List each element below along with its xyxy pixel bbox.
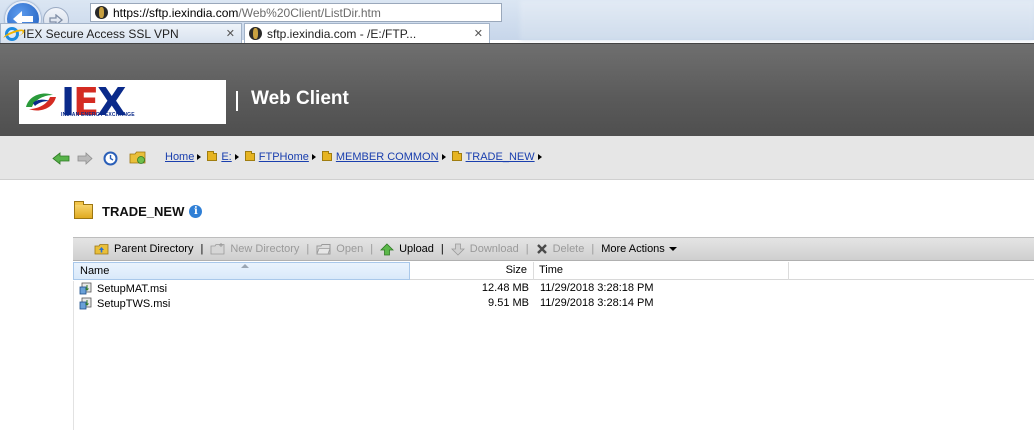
file-time-cell: 11/29/2018 3:28:18 PM xyxy=(540,282,654,294)
table-row[interactable]: SetupTWS.msi 9.51 MB 11/29/2018 3:28:14 … xyxy=(74,296,1034,311)
current-folder-heading: TRADE_NEW i xyxy=(74,201,203,219)
folder-name: TRADE_NEW xyxy=(102,204,185,219)
open-folder-icon xyxy=(316,244,331,255)
tab-label: IEX Secure Access SSL VPN xyxy=(23,26,179,41)
column-header-time[interactable]: Time xyxy=(534,262,789,280)
delete-button[interactable]: Delete xyxy=(536,243,584,255)
chevron-down-icon xyxy=(668,247,677,251)
folder-icon xyxy=(321,151,332,161)
file-name-cell[interactable]: SetupTWS.msi xyxy=(79,297,170,310)
folder-icon xyxy=(244,151,255,161)
internet-explorer-icon xyxy=(5,26,19,41)
browser-tab-bar: IEX Secure Access SSL VPN ✕ sftp.iexindi… xyxy=(0,23,492,43)
page-title: Web Client xyxy=(251,88,349,109)
url-domain: https://sftp.iexindia.com xyxy=(113,5,239,20)
breadcrumb-separator-icon xyxy=(234,154,239,160)
file-list-header: Name Size Time xyxy=(73,262,1034,280)
address-bar[interactable]: https://sftp.iexindia.com/Web%20Client/L… xyxy=(90,3,502,22)
upload-arrow-icon xyxy=(380,242,395,255)
tab-close-icon[interactable]: ✕ xyxy=(226,27,235,40)
column-header-name[interactable]: Name xyxy=(73,262,410,280)
folder-icon xyxy=(207,151,218,161)
breadcrumb: Home E: FTPHome MEMBER COMMON TRADE_NEW xyxy=(165,150,548,164)
folder-up-icon xyxy=(94,244,109,255)
info-icon[interactable]: i xyxy=(189,205,203,218)
upload-button[interactable]: Upload xyxy=(380,242,434,256)
breadcrumb-item-trade-new: TRADE_NEW xyxy=(451,151,548,163)
msi-installer-icon xyxy=(79,297,92,310)
toolbar-separator: | xyxy=(591,243,595,255)
sort-ascending-icon xyxy=(241,264,249,268)
iex-swirl-icon xyxy=(26,93,56,111)
url-path: /Web%20Client/ListDir.htm xyxy=(238,5,381,20)
table-row[interactable]: SetupMAT.msi 12.48 MB 11/29/2018 3:28:18… xyxy=(74,281,1034,296)
toolbar-separator: | xyxy=(440,243,444,255)
toolbar-separator: | xyxy=(370,243,374,255)
folder-refresh-icon[interactable] xyxy=(129,150,147,165)
msi-installer-icon xyxy=(79,282,92,295)
more-actions-dropdown[interactable]: More Actions xyxy=(601,243,677,255)
download-button[interactable]: Download xyxy=(450,243,519,256)
folder-icon xyxy=(74,201,93,219)
breadcrumb-link[interactable]: Home xyxy=(165,151,194,163)
forward-gray-arrow-icon[interactable] xyxy=(77,152,93,165)
tab-label: sftp.iexindia.com - /E:/FTP... xyxy=(267,26,417,41)
toolbar-separator: | xyxy=(525,243,529,255)
file-toolbar: Parent Directory | New Directory | Open … xyxy=(73,237,1034,261)
breadcrumb-item-member-common: MEMBER COMMON xyxy=(321,151,452,163)
open-button[interactable]: Open xyxy=(316,243,363,255)
history-clock-icon[interactable] xyxy=(103,151,118,166)
breadcrumb-item-drive: E: xyxy=(207,151,244,163)
header-divider xyxy=(236,91,238,111)
tab-sftp[interactable]: sftp.iexindia.com - /E:/FTP... ✕ xyxy=(244,23,490,43)
browser-chrome-blurred xyxy=(520,0,1034,40)
breadcrumb-link[interactable]: FTPHome xyxy=(259,151,309,163)
breadcrumb-link[interactable]: MEMBER COMMON xyxy=(336,151,439,163)
file-name-cell[interactable]: SetupMAT.msi xyxy=(79,282,167,295)
breadcrumb-separator-icon xyxy=(311,154,316,160)
new-folder-icon xyxy=(210,243,225,255)
file-size-cell: 12.48 MB xyxy=(481,282,529,294)
breadcrumb-separator-icon xyxy=(197,154,202,160)
tab-iex-vpn[interactable]: IEX Secure Access SSL VPN ✕ xyxy=(0,23,242,43)
site-favicon-icon xyxy=(249,27,262,40)
breadcrumb-item-ftphome: FTPHome xyxy=(244,151,322,163)
breadcrumb-item-home: Home xyxy=(165,151,207,163)
file-list: SetupMAT.msi 12.48 MB 11/29/2018 3:28:18… xyxy=(73,281,1034,430)
breadcrumb-link[interactable]: TRADE_NEW xyxy=(466,151,535,163)
breadcrumb-link[interactable]: E: xyxy=(221,151,231,163)
new-directory-button[interactable]: New Directory xyxy=(210,243,299,255)
file-size-cell: 9.51 MB xyxy=(488,297,529,309)
page: https://sftp.iexindia.com/Web%20Client/L… xyxy=(0,0,1034,430)
column-header-size[interactable]: Size xyxy=(410,262,534,280)
back-green-arrow-icon[interactable] xyxy=(52,152,70,165)
folder-icon xyxy=(451,151,462,161)
site-favicon-icon xyxy=(95,6,108,19)
toolbar-separator: | xyxy=(306,243,310,255)
toolbar-separator: | xyxy=(200,243,204,255)
parent-directory-button[interactable]: Parent Directory xyxy=(94,243,193,255)
file-time-cell: 11/29/2018 3:28:14 PM xyxy=(540,297,654,309)
breadcrumb-separator-icon xyxy=(441,154,446,160)
tab-close-icon[interactable]: ✕ xyxy=(474,27,483,40)
download-arrow-icon xyxy=(450,243,465,256)
app-header: IEX INDIAN ENERGY EXCHANGE Web Client xyxy=(0,43,1034,136)
iex-logo[interactable]: IEX INDIAN ENERGY EXCHANGE xyxy=(19,80,226,124)
delete-x-icon xyxy=(536,244,547,254)
iex-logo-tagline: INDIAN ENERGY EXCHANGE xyxy=(61,112,135,118)
breadcrumb-separator-icon xyxy=(537,154,542,160)
